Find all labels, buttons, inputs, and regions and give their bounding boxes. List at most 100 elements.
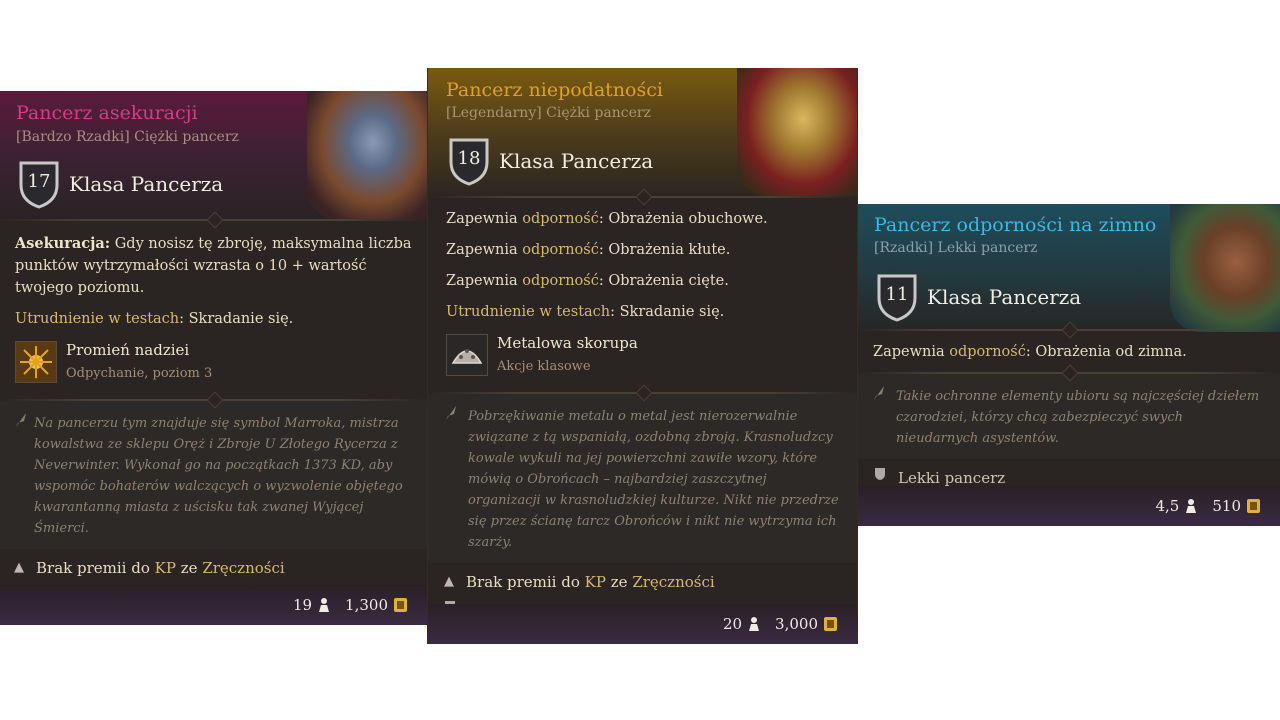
divider [0, 211, 427, 229]
no-bonus-conj: ze [610, 572, 628, 591]
tooltip-body: Zapewnia odporność: Obrażenia obuchowe. … [428, 198, 857, 378]
resistance-keyword[interactable]: odporność [522, 242, 599, 258]
gold-coin-icon [394, 598, 407, 612]
resistance-line: Zapewnia odporność: Obrażenia obuchowe. [446, 208, 839, 230]
quill-icon [872, 384, 896, 449]
divider [428, 384, 857, 402]
item-title: Pancerz odporności na zimno [874, 214, 1157, 236]
tooltip-footer: 20 3,000 [428, 604, 857, 644]
dex-keyword[interactable]: Zręczności [632, 569, 714, 595]
item-title: Pancerz niepodatności [446, 79, 663, 101]
shell-dome-icon [446, 334, 488, 376]
action-name: Metalowa skorupa [497, 334, 638, 352]
armor-class-block: 17 Klasa Pancerza [18, 159, 223, 209]
item-rarity-type: [Rzadki] Lekki pancerz [874, 240, 1038, 256]
resistance-bludgeoning: : Obrażenia obuchowe. [598, 211, 768, 227]
shield-icon: 17 [18, 159, 60, 209]
granted-spell[interactable]: Promień nadziei Odpychanie, poziom 3 [15, 339, 412, 385]
armor-class-value: 18 [457, 148, 481, 169]
tooltip-footer: 4,5 510 [858, 486, 1280, 526]
kp-keyword[interactable]: KP [155, 555, 176, 581]
weight-value: 19 [292, 596, 313, 614]
warning-icon: ▲ [14, 559, 24, 575]
res-prefix: Zapewnia [873, 344, 950, 360]
resistance-cold: : Obrażenia od zimna. [1025, 344, 1187, 360]
resistance-slashing: : Obrażenia cięte. [598, 273, 729, 289]
armor-artwork [1170, 204, 1280, 332]
flavor-text: Pobrzękiwanie metalu o metal jest nieroz… [468, 409, 839, 550]
gold-coin-icon [824, 617, 837, 631]
gold-value: 510 [1212, 497, 1241, 515]
resistance-line: Zapewnia odporność: Obrażenia cięte. [446, 270, 839, 292]
disadvantage-line: Utrudnienie w testach: Skradanie się. [15, 308, 412, 330]
weight-icon [748, 616, 760, 632]
tooltip-footer: 19 1,300 [0, 585, 427, 625]
disadvantage-keyword[interactable]: Utrudnienie w testach [15, 311, 179, 327]
armor-class-label: Klasa Pancerza [927, 285, 1082, 309]
divider [428, 188, 857, 206]
gold-coin-icon [1247, 499, 1260, 513]
resistance-line: Zapewnia odporność: Obrażenia od zimna. [873, 341, 1265, 363]
dex-keyword[interactable]: Zręczności [202, 555, 284, 581]
divider [0, 391, 427, 409]
spell-name: Promień nadziei [66, 341, 190, 359]
weight-icon [318, 597, 330, 613]
quill-icon [14, 411, 34, 539]
armor-class-label: Klasa Pancerza [499, 149, 654, 173]
sun-rays-icon [15, 341, 57, 383]
tooltip-header: Pancerz odporności na zimno [Rzadki] Lek… [858, 204, 1280, 332]
item-rarity-type: [Legendarny] Ciężki pancerz [446, 105, 651, 121]
flavor-text-block: Na pancerzu tym znajduje się symbol Marr… [0, 401, 427, 549]
armor-class-block: 18 Klasa Pancerza [448, 136, 653, 186]
flavor-text: Na pancerzu tym znajduje się symbol Marr… [34, 416, 403, 536]
item-title: Pancerz asekuracji [16, 102, 198, 124]
res-prefix: Zapewnia [446, 211, 523, 227]
flavor-text-block: Takie ochronne elementy ubioru są najczę… [858, 374, 1280, 459]
ability-description: Asekuracja: Gdy nosisz tę zbroję, maksym… [15, 233, 412, 299]
granted-action[interactable]: Metalowa skorupa Akcje klasowe [446, 332, 839, 378]
gold-value: 3,000 [775, 615, 818, 633]
no-bonus-conj: ze [180, 558, 198, 577]
action-subtitle: Akcje klasowe [497, 359, 591, 374]
resistance-keyword[interactable]: odporność [949, 344, 1026, 360]
kp-keyword[interactable]: KP [585, 569, 606, 595]
disadvantage-skill: : Skradanie się. [179, 311, 294, 327]
gold-value: 1,300 [345, 596, 388, 614]
resistance-piercing: : Obrażenia kłute. [598, 242, 731, 258]
armor-class-block: 11 Klasa Pancerza [876, 272, 1081, 322]
no-bonus-text: Brak premii do [466, 572, 580, 591]
res-prefix: Zapewnia [446, 273, 523, 289]
flavor-text: Takie ochronne elementy ubioru są najczę… [896, 389, 1260, 446]
resistance-keyword[interactable]: odporność [522, 273, 599, 289]
divider [858, 364, 1280, 382]
res-prefix: Zapewnia [446, 242, 523, 258]
armor-class-value: 17 [27, 171, 51, 192]
disadvantage-skill: : Skradanie się. [610, 304, 725, 320]
warning-icon: ▲ [444, 573, 454, 589]
shield-icon: 18 [448, 136, 490, 186]
item-tooltip-pancerz-odpornosci-na-zimno: Pancerz odporności na zimno [Rzadki] Lek… [858, 204, 1280, 526]
resistance-keyword[interactable]: odporność [522, 211, 599, 227]
armor-artwork [307, 91, 427, 219]
spell-subtitle: Odpychanie, poziom 3 [66, 366, 213, 381]
item-rarity-type: [Bardzo Rzadki] Ciężki pancerz [16, 129, 239, 145]
weight-value: 4,5 [1155, 497, 1180, 515]
tooltip-body: Asekuracja: Gdy nosisz tę zbroję, maksym… [0, 221, 427, 385]
disadvantage-keyword[interactable]: Utrudnienie w testach [446, 304, 610, 320]
no-dex-bonus-row: ▲ Brak premii do KP ze Zręczności [14, 553, 413, 582]
weight-value: 20 [722, 615, 743, 633]
armor-artwork [737, 68, 857, 196]
weight-icon [1185, 498, 1197, 514]
item-tooltip-pancerz-niepodatnosci: Pancerz niepodatności [Legendarny] Ciężk… [427, 68, 858, 644]
no-bonus-text: Brak premii do [36, 558, 150, 577]
flavor-text-block: Pobrzękiwanie metalu o metal jest nieroz… [428, 394, 857, 563]
armor-class-value: 11 [885, 284, 909, 305]
tooltip-header: Pancerz asekuracji [Bardzo Rzadki] Ciężk… [0, 91, 427, 219]
no-dex-bonus-row: ▲ Brak premii do KP ze Zręczności [444, 567, 843, 596]
tooltip-header: Pancerz niepodatności [Legendarny] Ciężk… [428, 68, 857, 196]
disadvantage-line: Utrudnienie w testach: Skradanie się. [446, 301, 839, 323]
item-tooltip-pancerz-asekuracji: Pancerz asekuracji [Bardzo Rzadki] Ciężk… [0, 91, 427, 625]
shield-icon: 11 [876, 272, 918, 322]
quill-icon [444, 404, 468, 553]
armor-class-label: Klasa Pancerza [69, 172, 224, 196]
